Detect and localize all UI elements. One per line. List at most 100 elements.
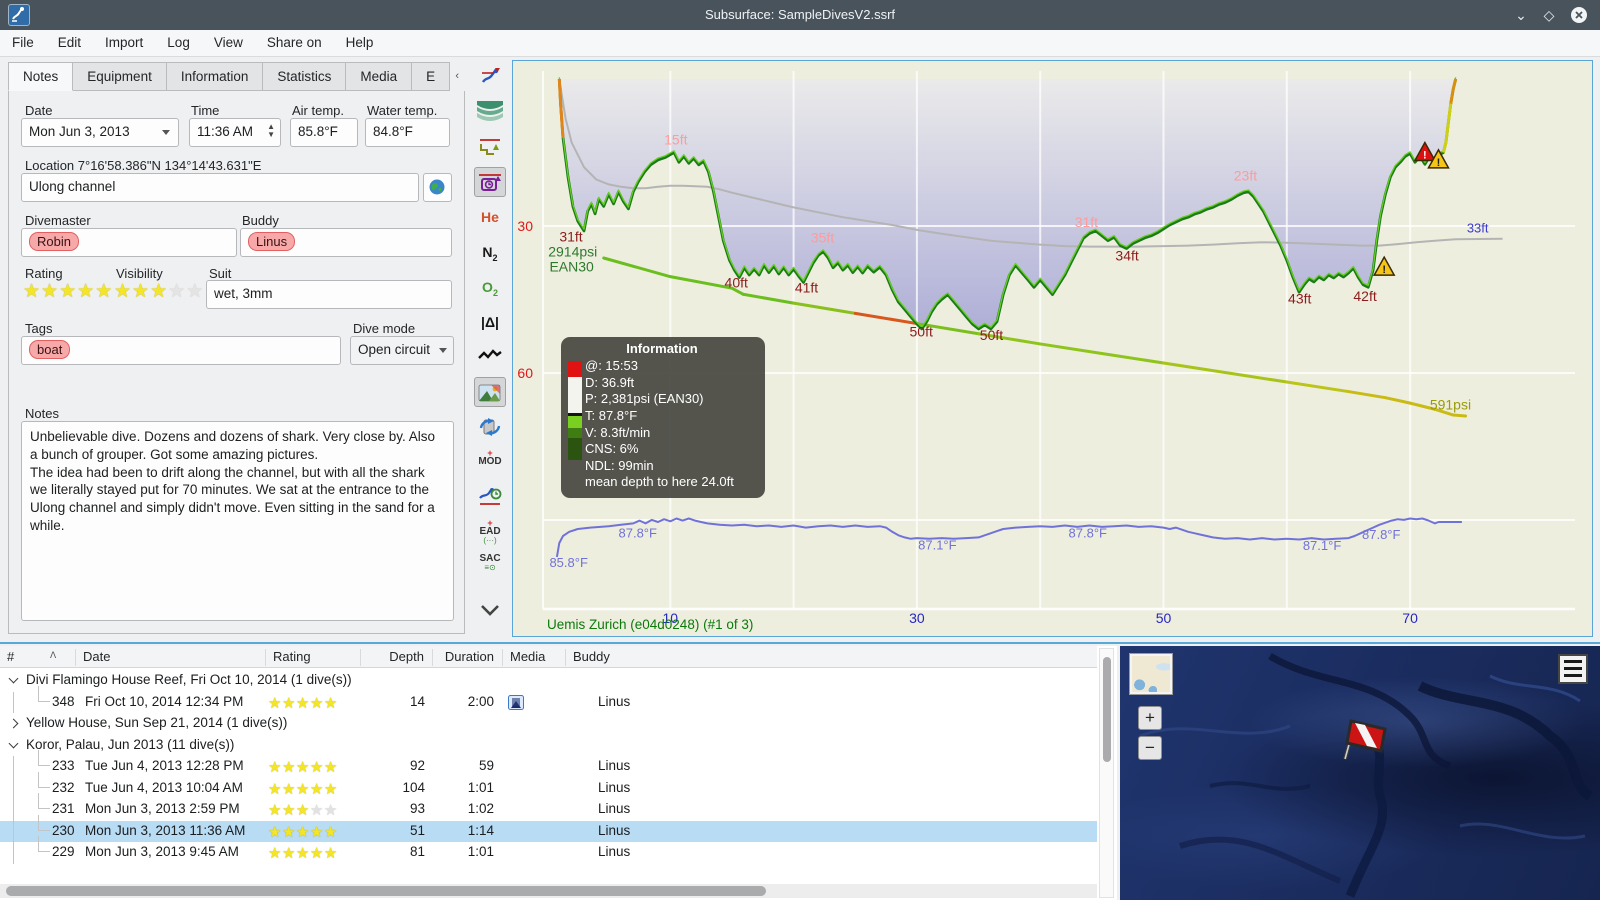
- notes-textarea[interactable]: Unbelievable dive. Dozens and dozens of …: [21, 421, 454, 621]
- ead-icon[interactable]: + EAD (···): [474, 517, 506, 547]
- tab-information[interactable]: Information: [166, 62, 264, 91]
- po2-icon[interactable]: O2: [474, 272, 506, 302]
- hscroll-handle[interactable]: [6, 886, 766, 896]
- airtemp-field[interactable]: 85.8°F: [290, 118, 358, 147]
- dive-list-header[interactable]: # Date Rating Depth Duration Media Buddy ᐱ: [0, 646, 1097, 668]
- ceiling-icon[interactable]: [474, 97, 506, 127]
- collapse-caret-icon[interactable]: [8, 738, 19, 748]
- column-header-buddy[interactable]: Buddy: [565, 649, 1097, 666]
- heartrate-icon[interactable]: [474, 342, 506, 372]
- menu-log[interactable]: Log: [155, 30, 202, 55]
- dive-row[interactable]: 348 Fri Oct 10, 2014 12:34 PM ★★★★★ 14 2:00 L…: [0, 685, 1097, 713]
- location-field[interactable]: Ulong channel: [21, 173, 419, 202]
- panel-splitter[interactable]: [0, 642, 1600, 644]
- star-icon[interactable]: ★: [41, 281, 59, 302]
- tab-equipment[interactable]: Equipment: [73, 62, 167, 91]
- media-icon[interactable]: [508, 694, 524, 713]
- star-icon[interactable]: ★: [23, 281, 41, 302]
- buddy-chip[interactable]: Linus: [248, 232, 296, 251]
- titlebar[interactable]: Subsurface: SampleDivesV2.ssrf ⌄ ◇: [0, 0, 1600, 30]
- dive-site-map[interactable]: + −: [1120, 646, 1600, 900]
- star-icon[interactable]: ★: [77, 281, 95, 302]
- deco-time-icon[interactable]: [474, 482, 506, 512]
- tab-notes[interactable]: Notes: [8, 62, 74, 91]
- scroll-down-icon[interactable]: [474, 599, 506, 629]
- trip-row[interactable]: Divi Flamingo House Reef, Fri Oct 10, 20…: [0, 670, 1097, 692]
- dc-sync-icon[interactable]: [474, 412, 506, 442]
- time-field[interactable]: 11:36 AM ▲ ▼: [189, 118, 281, 147]
- tab-media[interactable]: Media: [346, 62, 413, 91]
- date-label: Date: [25, 103, 53, 118]
- tab-scroll-left-icon[interactable]: ‹: [450, 62, 464, 91]
- expand-caret-icon[interactable]: [8, 718, 19, 729]
- dive-row[interactable]: 233 Tue Jun 4, 2013 12:28 PM ★★★★★ 92 59 Linu…: [0, 750, 1097, 778]
- dive-computer-icon[interactable]: [474, 62, 506, 92]
- star-icon[interactable]: ★: [132, 281, 150, 302]
- zoom-out-button[interactable]: −: [1138, 736, 1162, 760]
- dive-row[interactable]: 230 Mon Jun 3, 2013 11:36 AM ★★★★★ 51 1:14 Li…: [0, 814, 1097, 842]
- star-icon[interactable]: ★: [186, 281, 204, 302]
- divemode-select[interactable]: Open circuit: [350, 336, 454, 365]
- phe-icon[interactable]: He: [474, 202, 506, 232]
- column-header-duration[interactable]: Duration: [432, 649, 502, 666]
- map-menu-button[interactable]: [1558, 654, 1588, 684]
- divemaster-chip[interactable]: Robin: [29, 232, 79, 251]
- tab-e[interactable]: E: [412, 62, 451, 91]
- sac-icon[interactable]: SAC ≡⊙: [474, 552, 506, 582]
- photos-icon[interactable]: [474, 377, 506, 407]
- star-icon[interactable]: ★: [150, 281, 168, 302]
- menu-help[interactable]: Help: [334, 30, 386, 55]
- dive-list-hscrollbar[interactable]: [0, 884, 1097, 898]
- ruler-icon[interactable]: |Δ|: [474, 307, 506, 337]
- trip-row[interactable]: Yellow House, Sun Sep 21, 2014 (1 dive(s…: [0, 713, 1097, 735]
- dive-list-vscrollbar[interactable]: [1099, 648, 1114, 898]
- dive-flag-marker[interactable]: [1335, 711, 1391, 763]
- divemaster-field[interactable]: Robin: [21, 228, 237, 257]
- menu-view[interactable]: View: [202, 30, 255, 55]
- column-header-depth[interactable]: Depth: [360, 649, 432, 666]
- menu-edit[interactable]: Edit: [46, 30, 93, 55]
- calculated-ceiling-icon[interactable]: [474, 132, 506, 162]
- dive-row[interactable]: 231 Mon Jun 3, 2013 2:59 PM ★★★★★ 93 1:02 Lin…: [0, 793, 1097, 821]
- dc-reported-ceiling-icon[interactable]: [474, 167, 506, 197]
- maximize-button-icon[interactable]: ◇: [1540, 6, 1558, 24]
- collapse-caret-icon[interactable]: [8, 673, 19, 684]
- globe-button[interactable]: [423, 173, 452, 202]
- column-header-rating[interactable]: Rating: [265, 649, 360, 666]
- zoom-in-button[interactable]: +: [1138, 706, 1162, 730]
- tab-statistics[interactable]: Statistics: [263, 62, 347, 91]
- suit-field[interactable]: wet, 3mm: [206, 280, 452, 309]
- tag-chip[interactable]: boat: [29, 340, 71, 359]
- spinner-icons[interactable]: ▲ ▼: [267, 123, 275, 139]
- column-header-num[interactable]: #: [0, 649, 75, 666]
- date-field[interactable]: Mon Jun 3, 2013: [21, 118, 179, 147]
- rating-stars[interactable]: ★★★★★: [23, 282, 113, 302]
- column-header-media[interactable]: Media: [502, 649, 565, 666]
- star-icon[interactable]: ★: [168, 281, 186, 302]
- star-icon[interactable]: ★: [59, 281, 77, 302]
- dive-row[interactable]: 232 Tue Jun 4, 2013 10:04 AM ★★★★★ 104 1:01 L…: [0, 771, 1097, 799]
- mod-icon[interactable]: + MOD: [474, 447, 506, 477]
- tags-field[interactable]: boat: [21, 336, 341, 365]
- column-header-date[interactable]: Date: [75, 649, 265, 666]
- watertemp-field[interactable]: 84.8°F: [365, 118, 450, 147]
- minimize-button-icon[interactable]: ⌄: [1512, 6, 1530, 24]
- star-icon[interactable]: ★: [114, 281, 132, 302]
- info-tooltip[interactable]: Information @: 15:53 D: 36.9ft P: 2,381psi…: [561, 337, 765, 498]
- vscroll-handle[interactable]: [1103, 657, 1111, 762]
- star-icon: ★: [323, 845, 338, 862]
- menu-import[interactable]: Import: [93, 30, 155, 55]
- star-icon[interactable]: ★: [95, 281, 113, 302]
- menu-share-on[interactable]: Share on: [255, 30, 334, 55]
- star-icon: ★: [309, 845, 324, 862]
- dive-row[interactable]: 229 Mon Jun 3, 2013 9:45 AM ★★★★★ 81 1:01 Lin…: [0, 836, 1097, 864]
- trip-row[interactable]: Koror, Palau, Jun 2013 (11 dive(s)): [0, 735, 1097, 757]
- chart-label: 40ft: [725, 275, 748, 291]
- map-type-button[interactable]: [1129, 653, 1173, 695]
- buddy-field[interactable]: Linus: [240, 228, 452, 257]
- dive-profile-chart[interactable]: 31ft 40ft 41ft 50ft 50ft 34ft 43ft 42ft 15ft 35ft…: [512, 60, 1593, 637]
- pn2-icon[interactable]: N2: [474, 237, 506, 267]
- close-button-icon[interactable]: [1570, 6, 1588, 24]
- menu-file[interactable]: File: [0, 30, 46, 55]
- visibility-stars[interactable]: ★★★★★: [114, 282, 204, 302]
